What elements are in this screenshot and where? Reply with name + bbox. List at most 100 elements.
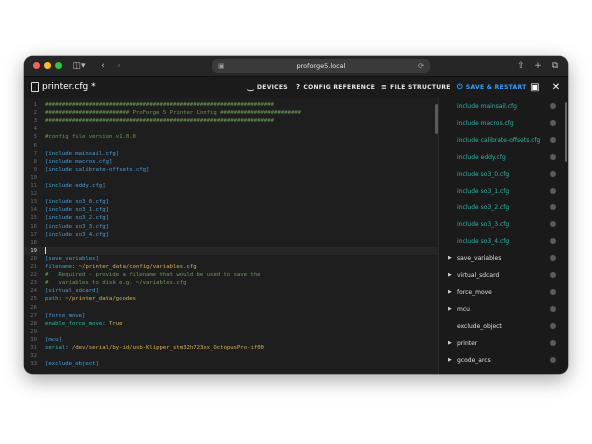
info-icon[interactable] <box>550 221 556 228</box>
info-icon[interactable] <box>550 288 556 295</box>
file-structure-item[interactable]: include so3_4.cfg <box>439 233 568 250</box>
info-icon[interactable] <box>550 153 556 160</box>
editor-line[interactable]: 5 #config file version v1.0.0 <box>24 133 437 141</box>
editor-line[interactable]: 11 [include eddy.cfg] <box>24 182 437 190</box>
editor-line[interactable]: 19 <box>24 246 437 255</box>
editor-line[interactable]: 21 filename: ~/printer_data/config/variab… <box>24 263 437 271</box>
chevron-right-icon[interactable]: ▶ <box>448 335 452 352</box>
editor-line[interactable]: 14 [include so3_1.cfg] <box>24 206 437 214</box>
editor-line[interactable]: 13 [include so3_0.cfg] <box>24 198 437 206</box>
info-icon[interactable] <box>550 255 556 262</box>
chevron-right-icon[interactable]: ▶ <box>448 267 452 284</box>
editor-line[interactable]: 4 <box>24 125 437 133</box>
info-icon[interactable] <box>550 322 556 329</box>
info-icon[interactable] <box>550 356 556 363</box>
editor-line[interactable]: 3 #######################################… <box>24 117 437 125</box>
info-icon[interactable] <box>550 204 556 211</box>
file-structure-button[interactable]: ≡ FILE STRUCTURE <box>381 77 451 98</box>
info-icon[interactable] <box>550 103 556 109</box>
editor-line[interactable]: 8 [include macros.cfg] <box>24 158 437 166</box>
file-structure-item[interactable]: include so3_0.cfg <box>439 166 568 183</box>
info-icon[interactable] <box>550 272 556 278</box>
editor-line[interactable]: 29 <box>24 328 437 336</box>
line-number: 23 <box>30 280 37 287</box>
editor-line[interactable]: 10 <box>24 174 437 182</box>
info-icon[interactable] <box>550 305 556 312</box>
new-tab-icon[interactable]: + <box>531 59 545 73</box>
editor-line[interactable]: 31 serial: /dev/serial/by-id/usb-Klipper_… <box>24 344 437 352</box>
file-structure-item[interactable]: ▶ save_variables <box>439 250 568 267</box>
file-structure-item[interactable]: include calibrate-offsets.cfg <box>439 132 568 149</box>
sidebar-toggle-icon[interactable]: ◫▾ <box>68 59 90 73</box>
editor-line[interactable]: 6 <box>24 142 437 150</box>
file-structure-item[interactable]: ▶ force_move <box>439 284 568 301</box>
code-token: /dev/serial/by-id/usb-Klipper_stm32h723x… <box>71 345 264 351</box>
file-structure-item[interactable]: ▶ mcu <box>439 301 568 318</box>
info-icon[interactable] <box>550 170 556 177</box>
file-structure-item[interactable]: include mainsail.cfg <box>439 98 568 115</box>
editor-line[interactable]: 24 [virtual_sdcard] <box>24 287 437 295</box>
editor-line[interactable]: 33 [exclude_object] <box>24 360 437 368</box>
editor-line[interactable]: 16 [include so3_3.cfg] <box>24 223 437 231</box>
file-structure-item[interactable]: include eddy.cfg <box>439 149 568 166</box>
file-structure-item[interactable]: ▶ virtual_sdcard <box>439 267 568 284</box>
chevron-right-icon[interactable]: ▶ <box>448 284 452 301</box>
editor-line[interactable]: 32 <box>24 352 437 360</box>
minimize-window-button[interactable] <box>44 62 51 69</box>
file-structure-item[interactable]: include so3_1.cfg <box>439 183 568 200</box>
forward-icon[interactable]: › <box>112 59 126 73</box>
save-restart-button[interactable]: ⏻ SAVE & RESTART <box>457 77 527 98</box>
floppy-disk-icon[interactable]: ▣ <box>529 77 541 98</box>
address-bar[interactable]: ▣ proforge5.local ⟳ <box>212 59 430 73</box>
code-editor[interactable]: 1 #######################################… <box>24 98 437 374</box>
editor-line[interactable]: 1 #######################################… <box>24 101 437 109</box>
line-number: 12 <box>30 191 37 198</box>
browser-window: ◫▾ ‹ › ▣ proforge5.local ⟳ ⇧ + ⧉ printer… <box>24 56 568 374</box>
editor-line[interactable]: 12 <box>24 190 437 198</box>
line-number: 20 <box>30 255 37 262</box>
info-icon[interactable] <box>550 119 556 126</box>
editor-line[interactable]: 25 path: ~/printer_data/gcodes <box>24 295 437 303</box>
chevron-right-icon[interactable]: ▶ <box>448 301 452 318</box>
file-structure-item[interactable]: exclude_object <box>439 318 568 335</box>
editor-line[interactable]: 23 # variables to disk e.g. ~/variables.c… <box>24 279 437 287</box>
share-icon[interactable]: ⇧ <box>514 59 528 73</box>
file-structure-item[interactable]: ▶ gcode_arcs <box>439 352 568 369</box>
back-icon[interactable]: ‹ <box>96 59 110 73</box>
editor-line[interactable]: 7 [include mainsail.cfg] <box>24 150 437 158</box>
info-icon[interactable] <box>550 187 556 194</box>
file-structure-item[interactable]: include so3_3.cfg <box>439 216 568 233</box>
editor-line[interactable]: 22 # Required - provide a filename that w… <box>24 271 437 279</box>
editor-line[interactable]: 26 <box>24 304 437 312</box>
editor-line[interactable]: 17 [include so3_4.cfg] <box>24 231 437 239</box>
site-settings-icon[interactable]: ▣ <box>218 59 225 73</box>
editor-line[interactable]: 15 [include so3_2.cfg] <box>24 214 437 222</box>
info-icon[interactable] <box>550 339 556 346</box>
file-structure-item[interactable]: include so3_2.cfg <box>439 199 568 216</box>
file-structure-item[interactable]: include macros.cfg <box>439 115 568 132</box>
close-icon[interactable]: ✕ <box>550 77 562 98</box>
line-code: [include mainsail.cfg] <box>45 150 119 158</box>
editor-line[interactable]: 2 ######################### ProForge 5 Pr… <box>24 109 437 117</box>
chevron-right-icon[interactable]: ▶ <box>448 352 452 369</box>
close-window-button[interactable] <box>33 62 40 69</box>
devices-button[interactable]: ⏝ DEVICES <box>247 77 288 98</box>
editor-line[interactable]: 30 [mcu] <box>24 336 437 344</box>
line-number: 3 <box>33 118 37 125</box>
editor-line[interactable]: 28 enable_force_move: True <box>24 320 437 328</box>
file-structure-item-label: printer <box>457 339 478 347</box>
info-icon[interactable] <box>550 238 556 245</box>
file-structure-item-label: include so3_3.cfg <box>457 221 510 229</box>
editor-line[interactable]: 9 [include calibrate-offsets.cfg] <box>24 166 437 174</box>
config-reference-button[interactable]: ? CONFIG REFERENCE <box>296 77 375 98</box>
editor-line[interactable]: 18 <box>24 239 437 247</box>
zoom-window-button[interactable] <box>55 62 62 69</box>
info-icon[interactable] <box>550 136 556 143</box>
chevron-right-icon[interactable]: ▶ <box>448 250 452 267</box>
editor-line[interactable]: 20 [save_variables] <box>24 255 437 263</box>
file-structure-item-label: include mainsail.cfg <box>457 103 517 110</box>
editor-line[interactable]: 27 [force_move] <box>24 312 437 320</box>
reload-icon[interactable]: ⟳ <box>418 59 424 73</box>
file-structure-item[interactable]: ▶ printer <box>439 335 568 352</box>
tab-overview-icon[interactable]: ⧉ <box>548 59 562 73</box>
